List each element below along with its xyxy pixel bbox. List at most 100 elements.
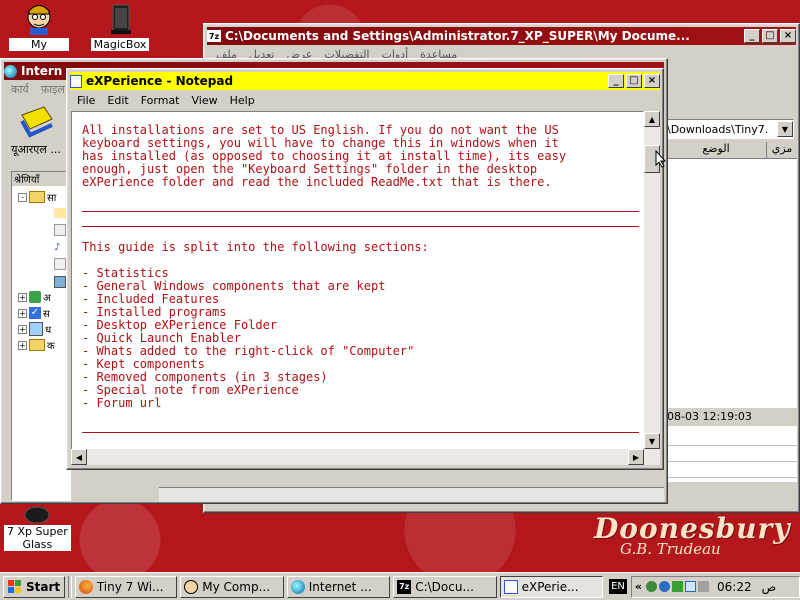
music-icon: ♪ bbox=[54, 242, 61, 253]
explorer-title: C:\Documents and Settings\Administrator.… bbox=[225, 29, 690, 43]
language-indicator[interactable]: EN bbox=[609, 579, 627, 594]
file-icon bbox=[54, 224, 66, 236]
menu-file[interactable]: File bbox=[71, 94, 101, 107]
url-toolbar-label: यूआरएल ... bbox=[11, 143, 61, 156]
dropdown-arrow-icon[interactable]: ▼ bbox=[777, 121, 793, 137]
notepad-menubar: File Edit Format View Help bbox=[71, 92, 261, 108]
tray-safely-remove-icon[interactable] bbox=[698, 581, 710, 592]
address-field[interactable]: \Downloads\Tiny7. ▼ bbox=[664, 119, 794, 139]
tree-label: स bbox=[43, 309, 50, 320]
tree-item[interactable]: - सा bbox=[18, 190, 56, 204]
checkmark-icon: ✓ bbox=[29, 307, 41, 319]
tree-item[interactable]: + अ bbox=[18, 290, 51, 304]
tray-security-icon[interactable] bbox=[672, 581, 684, 592]
taskbar-button-notepad[interactable]: eXPerie... bbox=[499, 575, 604, 598]
tray-network-icon[interactable] bbox=[646, 581, 658, 592]
tree-label: ध bbox=[45, 325, 52, 336]
tray-network-icon[interactable] bbox=[659, 581, 671, 592]
firefox-icon bbox=[78, 579, 93, 594]
separator-line bbox=[82, 211, 639, 212]
column-header[interactable]: مزي bbox=[766, 142, 797, 158]
minimize-button[interactable]: _ bbox=[744, 29, 760, 43]
folder-icon bbox=[29, 339, 45, 351]
taskbar-button-internet[interactable]: Internet ... bbox=[286, 575, 391, 598]
maximize-button[interactable]: □ bbox=[626, 74, 642, 88]
folders-pane: श्रेणियाँ - सा ♪ + अ + ✓ स + ध + क bbox=[11, 171, 71, 501]
explorer-titlebar[interactable]: 7z C:\Documents and Settings\Administrat… bbox=[207, 27, 796, 45]
file-icon bbox=[54, 208, 66, 218]
url-toolbar-button[interactable]: यूआरएल ... bbox=[5, 103, 67, 163]
history-icon bbox=[29, 322, 43, 336]
menu-format[interactable]: Format bbox=[135, 94, 186, 107]
tree-child-icons: ♪ bbox=[54, 208, 66, 288]
column-headers: مزي الوضع bbox=[665, 142, 797, 159]
notepad-text-area[interactable]: All installations are set to US English.… bbox=[71, 111, 644, 465]
taskbar-button-firefox[interactable]: Tiny 7 Wi... bbox=[74, 575, 178, 598]
column-header[interactable]: الوضع bbox=[665, 142, 766, 158]
tree-label: सा bbox=[47, 193, 57, 204]
scroll-left-arrow-icon[interactable]: ◀ bbox=[71, 449, 87, 465]
scroll-down-arrow-icon[interactable]: ▼ bbox=[644, 433, 660, 449]
scroll-right-arrow-icon[interactable]: ▶ bbox=[628, 449, 644, 465]
notepad-icon bbox=[503, 579, 518, 594]
my-computer-icon bbox=[184, 579, 199, 594]
tree-item[interactable]: + ✓ स bbox=[18, 306, 50, 320]
tray-update-icon[interactable] bbox=[685, 581, 697, 592]
clock-time[interactable]: 06:22 bbox=[717, 580, 752, 594]
folders-header: श्रेणियाँ bbox=[12, 172, 70, 186]
expand-icon[interactable]: + bbox=[18, 292, 27, 302]
desktop: Doonesbury G.B. Trudeau My Computer Magi… bbox=[0, 0, 800, 572]
internet-icon bbox=[290, 579, 305, 594]
notepad-title: eXPerience - Notepad bbox=[86, 74, 234, 88]
desktop-icon-label: My Computer bbox=[8, 38, 70, 51]
horizontal-scrollbar[interactable] bbox=[159, 487, 664, 502]
tray-expand-chevron[interactable]: « bbox=[635, 580, 642, 593]
start-button[interactable]: Start bbox=[3, 575, 65, 598]
close-button[interactable]: × bbox=[780, 29, 796, 43]
minimize-button[interactable]: _ bbox=[608, 74, 624, 88]
magicbox-icon bbox=[103, 2, 137, 36]
folder-icon bbox=[29, 191, 45, 203]
internet-title: Intern bbox=[21, 64, 63, 78]
taskbar-button-my-computer[interactable]: My Comp... bbox=[180, 575, 284, 598]
notepad-window: eXPerience - Notepad _ □ × File Edit For… bbox=[66, 68, 664, 470]
expand-icon[interactable]: + bbox=[18, 308, 27, 318]
taskbar-button-7zip[interactable]: 7z C:\Docu... bbox=[393, 575, 497, 598]
internet-icon bbox=[4, 64, 17, 78]
windows-logo-icon bbox=[8, 579, 21, 593]
desktop-icon-magicbox[interactable]: MagicBox bbox=[87, 2, 153, 51]
taskbar-button-label: Tiny 7 Wi... bbox=[96, 579, 164, 594]
notepad-line: This guide is split into the following s… bbox=[82, 240, 429, 254]
menu-item[interactable]: कार्य bbox=[5, 82, 35, 97]
taskbar-button-label: eXPerie... bbox=[521, 579, 579, 594]
internet-menubar: कार्य फ़ाइल bbox=[5, 81, 71, 97]
notepad-line: eXPerience folder and read the included … bbox=[82, 175, 552, 189]
expand-icon[interactable]: + bbox=[18, 324, 27, 334]
tree-item[interactable]: + क bbox=[18, 338, 55, 352]
taskbar-button-label: My Comp... bbox=[202, 579, 271, 594]
horizontal-scrollbar[interactable]: ◀ ▶ bbox=[71, 449, 660, 465]
date-text: 08-03 12:19:03 bbox=[667, 410, 752, 423]
menu-view[interactable]: View bbox=[186, 94, 224, 107]
tree-item[interactable]: + ध bbox=[18, 322, 51, 336]
notes-icon bbox=[20, 106, 53, 138]
notepad-text: All installations are set to US English.… bbox=[82, 124, 566, 410]
notepad-line bbox=[82, 202, 566, 215]
start-label: Start bbox=[26, 579, 61, 594]
desktop-icon-my-computer[interactable]: My Computer bbox=[6, 2, 72, 54]
separator-line bbox=[82, 432, 639, 433]
taskbar-button-label: Internet ... bbox=[308, 579, 372, 594]
7zip-icon: 7z bbox=[207, 30, 221, 42]
close-button[interactable]: × bbox=[644, 74, 660, 88]
desktop-icon-glass[interactable]: 7 Xp Super Glass bbox=[4, 505, 71, 551]
clock-ampm: ص bbox=[761, 579, 777, 594]
taskbar-separator bbox=[67, 575, 72, 598]
expand-icon[interactable]: - bbox=[18, 192, 27, 202]
menu-help[interactable]: Help bbox=[224, 94, 261, 107]
scroll-up-arrow-icon[interactable]: ▲ bbox=[644, 111, 660, 127]
menu-edit[interactable]: Edit bbox=[101, 94, 134, 107]
expand-icon[interactable]: + bbox=[18, 340, 27, 350]
maximize-button[interactable]: □ bbox=[762, 29, 778, 43]
notepad-titlebar[interactable]: eXPerience - Notepad _ □ × bbox=[70, 72, 660, 90]
notepad-line bbox=[82, 189, 566, 202]
